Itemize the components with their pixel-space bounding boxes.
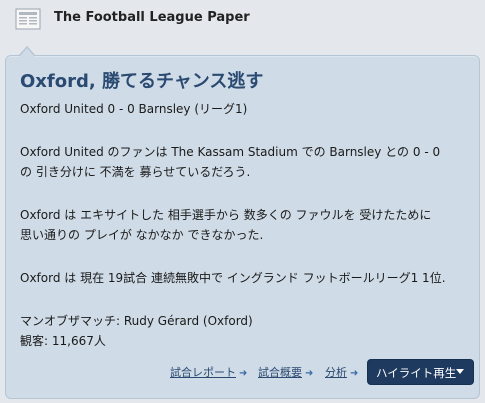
attendance: 観客: 11,667人 [20, 334, 106, 348]
card-notch-fill [19, 48, 35, 57]
paragraph-1-line-1: Oxford United のファンは The Kassam Stadium で… [20, 145, 441, 159]
article-headline: Oxford, 勝てるチャンス逃す [20, 71, 264, 92]
arrow-right-icon: ➜ [239, 368, 248, 379]
newspaper-icon [15, 8, 41, 30]
paragraph-3: Oxford は 現在 19試合 連続無敗中で イングランド フットボールリーグ… [20, 271, 446, 285]
match-report-link[interactable]: 試合レポート ➜ [170, 364, 247, 380]
arrow-right-icon: ➜ [350, 368, 359, 379]
play-highlights-button[interactable]: ハイライト再生 [367, 359, 474, 385]
match-summary-label: 試合概要 [258, 366, 302, 379]
arrow-right-icon: ➜ [305, 368, 314, 379]
top-bar: The Football League Paper [0, 0, 485, 38]
page-title: The Football League Paper [54, 10, 250, 25]
match-report-label: 試合レポート [170, 366, 236, 379]
paragraph-2-line-1: Oxford は エキサイトした 相手選手から 数多くの ファウルを 受けたため… [20, 208, 432, 222]
man-of-the-match: マンオブザマッチ: Rudy Gérard (Oxford) [20, 314, 253, 328]
paragraph-2-line-2: 思い通りの プレイが なかなか できなかった. [20, 228, 264, 242]
analysis-link[interactable]: 分析 ➜ [325, 364, 358, 380]
match-summary-link[interactable]: 試合概要 ➜ [258, 364, 313, 380]
paragraph-1-line-2: の 引き分けに 不満を 募らせているだろう. [20, 165, 251, 179]
chevron-down-icon[interactable] [456, 369, 464, 374]
play-highlights-label: ハイライト再生 [376, 366, 457, 380]
score-line: Oxford United 0 - 0 Barnsley (リーグ1) [20, 102, 248, 116]
analysis-label: 分析 [325, 366, 347, 379]
